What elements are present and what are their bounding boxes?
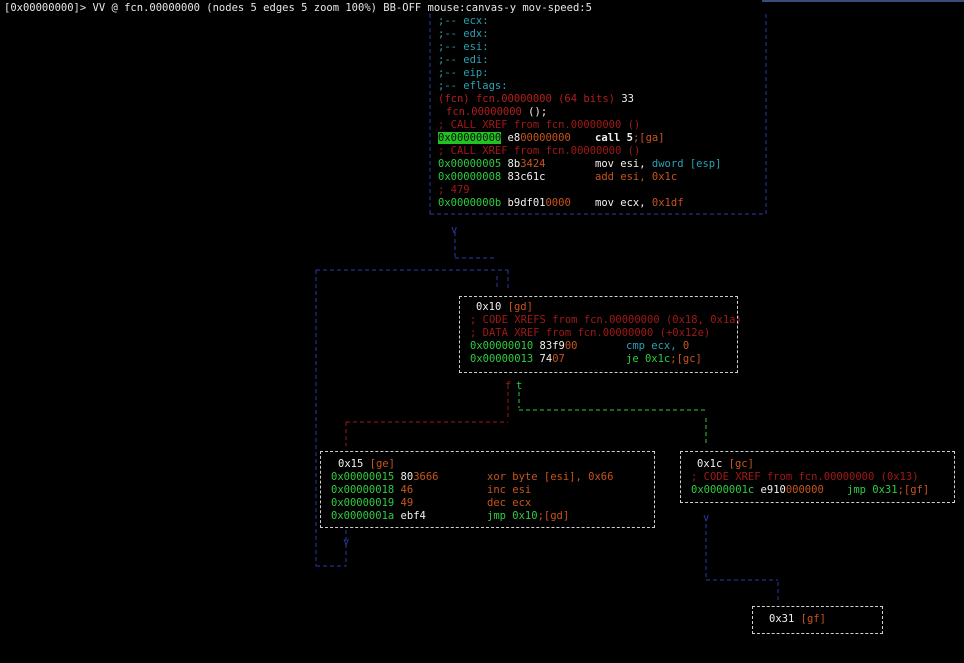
instruction-op: cmp ecx, 0 [626,340,690,352]
edge-arrow-entry: v [451,224,458,236]
instruction-row[interactable]: 0x0000001a ebf4 [331,510,426,523]
instruction-op: call 5;[ga] [595,132,665,144]
instruction-row[interactable]: 0x00000015 803666 [331,471,439,484]
edge-arrow-gc: v [703,512,710,524]
xref-comment: ; CODE XREF from fcn.00000000 (0x13) [691,471,919,483]
edge-label-false: f [505,380,512,392]
reg-comment: ;-- eip: [438,67,489,79]
instruction-row[interactable]: 0x00000018 46 [331,484,413,497]
xref-comment: ; CODE XREFS from fcn.00000000 (0x18, 0x… [470,314,742,326]
instruction-op: dec ecx [487,497,532,509]
instruction-op: inc esi [487,484,532,496]
instruction-op: je 0x1c;[gc] [626,353,702,365]
edge-arrow-loop: v [343,536,350,548]
instruction-row[interactable]: 0x00000010 83f900 [470,340,578,353]
reg-comment: ;-- eflags: [438,80,508,92]
instruction-op: add esi, 0x1c [595,171,678,183]
edge-label-true: t [516,380,523,392]
node-title: 0x31 [gf] [769,613,826,625]
instruction-op: xor byte [esi], 0x66 [487,471,614,483]
instruction-op: jmp 0x31;[gf] [847,484,930,496]
instruction-row[interactable]: 0x00000005 8b3424 [438,158,546,171]
instruction-row[interactable]: 0x0000000b b9df010000 [438,197,571,210]
fcn-header: (fcn) fcn.00000000 (64 bits) 33 [438,93,634,105]
entry-node[interactable]: ;-- ecx: ;-- edx: ;-- esi: ;-- edi: ;-- … [438,15,768,215]
instruction-row[interactable]: 0x00000013 7407 [470,353,565,366]
xref-comment: ; CALL XREF from fcn.00000000 () [438,145,641,157]
node-title: 0x10 [gd] [476,301,533,313]
instruction-row[interactable]: 0x00000008 83c61c [438,171,545,184]
xref-comment: ; CALL XREF from fcn.00000000 () [438,119,641,131]
node-gf[interactable]: 0x31 [gf] [760,612,880,628]
reg-comment: ;-- edi: [438,54,489,66]
node-gd[interactable]: 0x10 [gd] ; CODE XREFS from fcn.00000000… [466,301,742,371]
xref-comment: ; DATA XREF from fcn.00000000 (+0x12e) [470,327,711,339]
node-title: 0x15 [ge] [338,458,395,470]
fcn-signature: fcn.00000000 (); [446,106,548,118]
node-ge[interactable]: 0x15 [ge] 0x00000015 803666 xor byte [es… [328,456,653,526]
comment-479: ; 479 [438,184,470,196]
node-title: 0x1c [gc] [697,458,754,470]
instruction-op: jmp 0x10;[gd] [487,510,570,522]
instruction-row[interactable]: 0x0000001c e910000000 [691,484,824,497]
instruction-row[interactable]: 0x00000019 49 [331,497,413,510]
instruction-op: mov ecx, 0x1df [595,197,684,209]
reg-comment: ;-- edx: [438,28,489,40]
instruction-op: mov esi, dword [esp] [595,158,722,170]
instruction-row[interactable]: 0x00000000 e800000000 [438,132,571,145]
reg-comment: ;-- esi: [438,41,489,53]
node-gc[interactable]: 0x1c [gc] ; CODE XREF from fcn.00000000 … [688,456,953,501]
reg-comment: ;-- ecx: [438,15,489,27]
